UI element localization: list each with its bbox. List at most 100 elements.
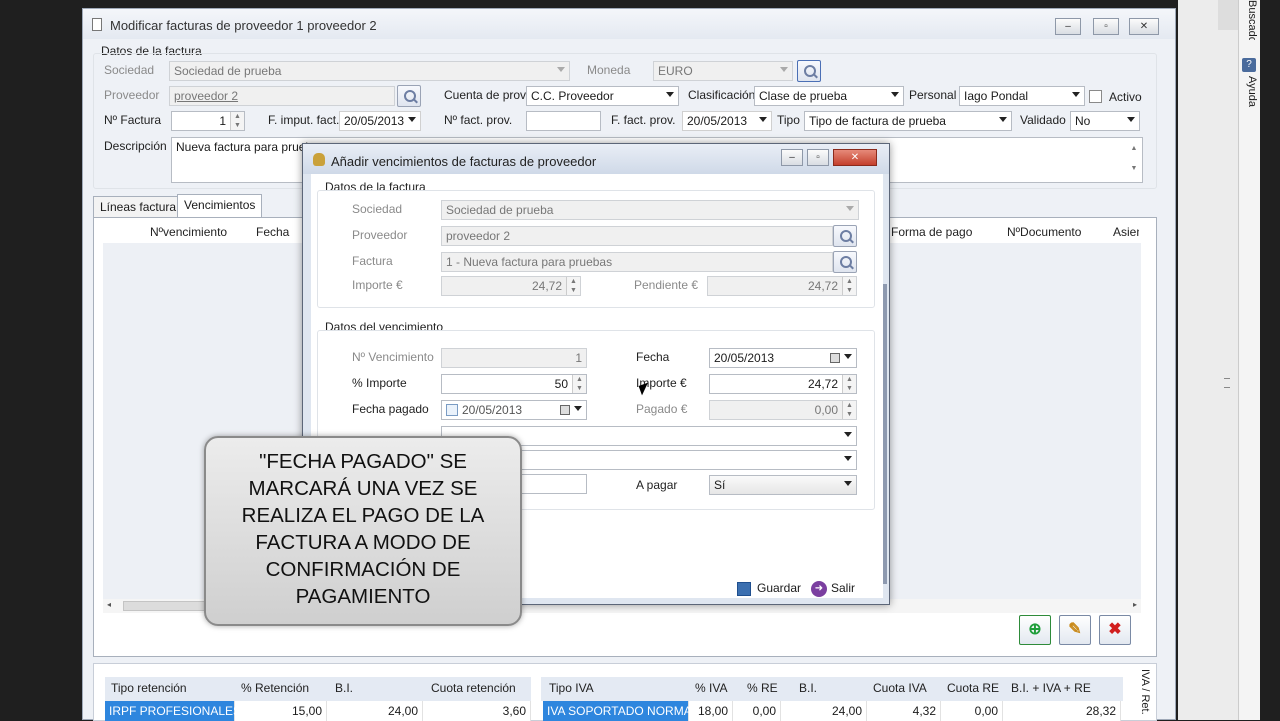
dialog-apagar-value: Sí xyxy=(714,478,726,492)
chevron-down-icon xyxy=(844,456,852,461)
dialog-apagar-select[interactable]: Sí xyxy=(709,475,857,495)
nfactura-stepper[interactable]: 1 ▲ ▼ xyxy=(171,111,245,131)
col-forma-pago[interactable]: Forma de pago xyxy=(891,225,972,239)
ret-cell-pct[interactable]: 15,00 xyxy=(235,701,327,721)
ffactprov-select[interactable]: 20/05/2013 xyxy=(682,111,772,131)
sociedad-select[interactable]: Sociedad de prueba xyxy=(169,61,570,81)
col-nvencimiento[interactable]: Nºvencimiento xyxy=(150,225,227,239)
col-fecha[interactable]: Fecha xyxy=(256,225,289,239)
cuenta-select[interactable]: C.C. Proveedor xyxy=(526,86,679,106)
iva-cell-bi[interactable]: 24,00 xyxy=(781,701,867,721)
iva-col-re: % RE xyxy=(747,681,778,695)
spin-icon[interactable]: ▲ ▼ xyxy=(842,277,856,295)
ret-cell-cuota[interactable]: 3,60 xyxy=(423,701,531,721)
iva-cell-cuota-re[interactable]: 0,00 xyxy=(941,701,1003,721)
proveedor-field[interactable]: proveedor 2 xyxy=(169,86,395,106)
ret-cell-tipo[interactable]: IRPF PROFESIONALES xyxy=(105,701,241,721)
buscador-tab[interactable]: Buscador xyxy=(1240,0,1258,40)
chevron-down-icon xyxy=(846,206,854,211)
fimput-select[interactable]: 20/05/2013 xyxy=(339,111,421,131)
spin-icon[interactable]: ▲ ▼ xyxy=(842,375,856,393)
exit-label: Salir xyxy=(831,581,856,595)
iva-cell-tipo[interactable]: IVA SOPORTADO NORMAL xyxy=(543,701,698,721)
chevron-down-icon xyxy=(780,67,788,72)
ret-col-pct: % Retención xyxy=(241,681,310,695)
iva-cell-re[interactable]: 0,00 xyxy=(733,701,781,721)
dialog-factura-label: Factura xyxy=(352,254,393,268)
chevron-down-icon xyxy=(844,354,852,359)
spin-icon[interactable]: ▲ ▼ xyxy=(842,401,856,419)
chevron-down-icon xyxy=(999,117,1007,122)
chevron-down-icon xyxy=(1127,117,1135,122)
save-label: Guardar xyxy=(757,581,802,595)
dialog-scrollbar[interactable] xyxy=(883,284,887,584)
delete-button[interactable]: ✖ xyxy=(1099,615,1131,645)
maximize-button[interactable]: ▫ xyxy=(1093,18,1119,35)
spin-icon[interactable]: ▲ ▼ xyxy=(572,375,586,393)
calendar-icon[interactable] xyxy=(560,405,570,415)
dialog-fecha-picker[interactable]: 20/05/2013 xyxy=(709,348,857,368)
dialog-pendiente-stepper[interactable]: 24,72 ▲ ▼ xyxy=(707,276,857,296)
dialog-pimporte-stepper[interactable]: 50 ▲ ▼ xyxy=(441,374,587,394)
close-button[interactable]: ✕ xyxy=(1129,18,1159,35)
dialog-importe2-stepper[interactable]: 24,72 ▲ ▼ xyxy=(709,374,857,394)
iva-cell-pct[interactable]: 18,00 xyxy=(689,701,733,721)
iva-col-pct: % IVA xyxy=(695,681,728,695)
search-icon[interactable] xyxy=(397,85,421,107)
spin-icon[interactable]: ▲ ▼ xyxy=(230,112,244,130)
dialog-fpagado-picker[interactable]: 20/05/2013 xyxy=(441,400,587,420)
chevron-down-icon xyxy=(666,92,674,97)
col-asiento[interactable]: Asien xyxy=(1113,225,1139,239)
edit-button[interactable]: ✎ xyxy=(1059,615,1091,645)
validado-select[interactable]: No xyxy=(1070,111,1140,131)
dialog-pimporte-value: 50 xyxy=(554,377,568,391)
add-button[interactable]: ⊕ xyxy=(1019,615,1051,645)
tab-lineas-factura[interactable]: Líneas factura xyxy=(93,196,184,218)
dialog-proveedor-field[interactable]: proveedor 2 xyxy=(441,226,833,246)
clasificacion-select[interactable]: Clase de prueba xyxy=(754,86,904,106)
scrollbar-vertical[interactable]: ▲ ▼ xyxy=(1127,139,1141,181)
calendar-icon[interactable] xyxy=(830,353,840,363)
ffactprov-value: 20/05/2013 xyxy=(687,114,748,128)
dialog-importe-stepper[interactable]: 24,72 ▲ ▼ xyxy=(441,276,581,296)
iva-col-tipo: Tipo IVA xyxy=(549,681,594,695)
ayuda-tab[interactable]: Ayuda xyxy=(1240,76,1258,116)
dialog-factura-field[interactable]: 1 - Nueva factura para pruebas xyxy=(441,252,833,272)
dialog-fpagado-value: 20/05/2013 xyxy=(462,403,523,417)
dialog-minimize-button[interactable]: ‒ xyxy=(781,149,803,166)
ret-cell-bi[interactable]: 24,00 xyxy=(327,701,423,721)
col-ndocumento[interactable]: NºDocumento xyxy=(1007,225,1081,239)
dialog-apagar-label: A pagar xyxy=(636,478,678,492)
iva-col-cuota-re: Cuota RE xyxy=(947,681,1000,695)
dialog-maximize-button[interactable]: ▫ xyxy=(807,149,829,166)
minimize-button[interactable]: ‒ xyxy=(1055,18,1081,35)
scroll-left-icon[interactable]: ◂ xyxy=(107,600,111,609)
splitter-handle[interactable] xyxy=(1224,378,1230,388)
iva-cell-total[interactable]: 28,32 xyxy=(1003,701,1121,721)
sociedad-label: Sociedad xyxy=(104,63,155,77)
search-icon[interactable] xyxy=(797,60,821,82)
spin-icon[interactable]: ▲ ▼ xyxy=(566,277,580,295)
nfactprov-input[interactable] xyxy=(526,111,601,131)
dialog-sociedad-select[interactable]: Sociedad de prueba xyxy=(441,200,859,220)
search-icon[interactable] xyxy=(833,225,857,247)
tipo-select[interactable]: Tipo de factura de prueba xyxy=(804,111,1012,131)
activo-checkbox[interactable] xyxy=(1089,90,1102,103)
moneda-select[interactable]: EURO xyxy=(653,61,793,81)
search-icon[interactable] xyxy=(833,251,857,273)
fpagado-checkbox[interactable] xyxy=(446,404,458,416)
dialog-close-button[interactable]: ✕ xyxy=(833,149,877,166)
iva-cell-cuota[interactable]: 4,32 xyxy=(867,701,941,721)
tab-vencimientos[interactable]: Vencimientos xyxy=(177,194,263,218)
chevron-down-icon xyxy=(1072,92,1080,97)
personal-select[interactable]: Iago Pondal xyxy=(959,86,1085,106)
nfactura-label: Nº Factura xyxy=(104,113,162,127)
scroll-right-icon[interactable]: ▸ xyxy=(1133,600,1137,609)
iva-col-bi: B.I. xyxy=(799,681,818,695)
clasificacion-label: Clasificación xyxy=(688,88,756,102)
dialog-pagado-stepper[interactable]: 0,00 ▲ ▼ xyxy=(709,400,857,420)
document-icon xyxy=(92,18,102,31)
tipo-label: Tipo xyxy=(777,113,800,127)
dialog-importe2-value: 24,72 xyxy=(807,377,838,391)
clasificacion-value: Clase de prueba xyxy=(759,89,848,103)
